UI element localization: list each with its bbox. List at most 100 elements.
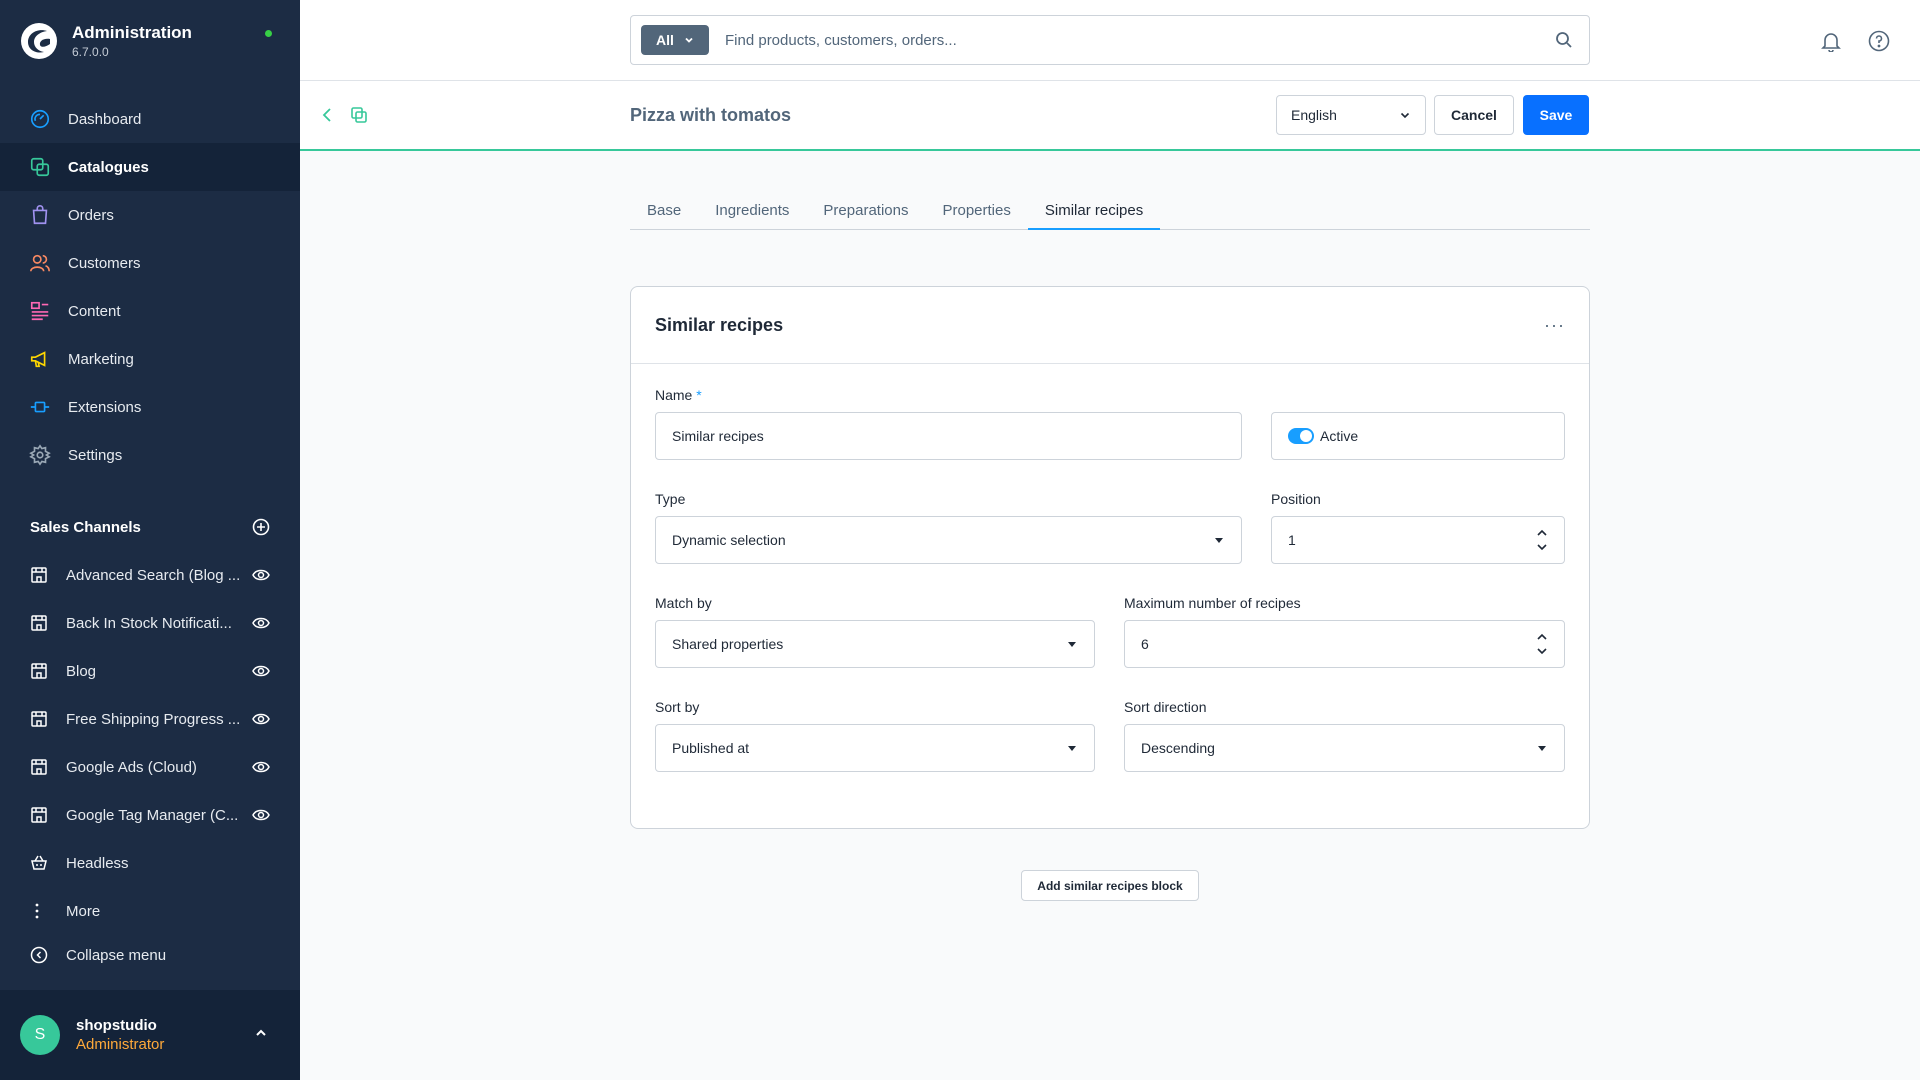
similar-recipes-card: Similar recipes ··· Name * Similar recip… — [630, 286, 1590, 829]
tab-ingredients[interactable]: Ingredients — [698, 196, 806, 230]
headless-basket-icon — [30, 854, 48, 872]
nav-item-orders[interactable]: Orders — [0, 191, 300, 239]
sales-channel-item[interactable]: Blog — [0, 647, 300, 695]
nav-item-content[interactable]: Content — [0, 287, 300, 335]
orders-icon — [28, 203, 52, 227]
sales-channel-item[interactable]: Free Shipping Progress ... — [0, 695, 300, 743]
chevron-down-icon — [1068, 642, 1076, 647]
match-by-select[interactable]: Shared properties — [655, 620, 1095, 668]
add-similar-recipes-block-button[interactable]: Add similar recipes block — [1021, 870, 1199, 901]
nav-item-customers[interactable]: Customers — [0, 239, 300, 287]
main-nav: Dashboard Catalogues Orders Customers Co… — [0, 95, 300, 479]
eye-icon[interactable] — [252, 614, 270, 632]
marketing-icon — [28, 347, 52, 371]
storefront-icon — [30, 614, 48, 632]
sort-by-select[interactable]: Published at — [655, 724, 1095, 772]
language-select[interactable]: English — [1276, 95, 1426, 135]
avatar: S — [20, 1015, 60, 1055]
card-context-menu[interactable]: ··· — [1544, 315, 1565, 336]
smart-bar: Pizza with tomatos English Cancel Save — [300, 81, 1920, 151]
storefront-icon — [30, 662, 48, 680]
page-title: Pizza with tomatos — [630, 105, 792, 125]
active-toggle[interactable] — [1288, 428, 1314, 444]
match-by-value: Shared properties — [672, 636, 784, 652]
nav-label: Content — [68, 302, 121, 320]
eye-icon[interactable] — [252, 662, 270, 680]
sales-channel-label: Back In Stock Notificati... — [66, 614, 232, 632]
position-value: 1 — [1288, 532, 1296, 548]
sales-channel-label: Google Tag Manager (C... — [66, 806, 239, 824]
sort-direction-label: Sort direction — [1124, 699, 1207, 715]
brand[interactable]: Administration 6.7.0.0 — [20, 22, 192, 60]
extensions-icon — [28, 395, 52, 419]
nav-label: Settings — [68, 446, 123, 464]
name-label-text: Name — [655, 387, 693, 403]
chevron-up-icon[interactable] — [1536, 633, 1548, 641]
name-field[interactable]: Similar recipes — [655, 412, 1242, 460]
back-arrow-icon[interactable] — [320, 107, 336, 123]
chevron-down-icon[interactable] — [1536, 543, 1548, 551]
settings-icon — [28, 443, 52, 467]
duplicate-icon[interactable] — [350, 106, 368, 124]
sales-channel-item[interactable]: Google Ads (Cloud) — [0, 743, 300, 791]
nav-item-catalogues[interactable]: Catalogues — [0, 143, 300, 191]
save-button[interactable]: Save — [1523, 95, 1589, 135]
sales-channels-title: Sales Channels — [30, 518, 141, 536]
user-name: shopstudio — [76, 1017, 157, 1034]
tab-properties[interactable]: Properties — [925, 196, 1027, 230]
sales-channel-item[interactable]: Back In Stock Notificati... — [0, 599, 300, 647]
help-icon[interactable] — [1868, 30, 1890, 52]
online-status-dot — [265, 30, 272, 37]
tab-base[interactable]: Base — [630, 196, 698, 230]
max-recipes-stepper[interactable] — [1536, 633, 1548, 655]
collapse-menu-button[interactable]: Collapse menu — [30, 946, 166, 964]
add-circle-icon[interactable] — [252, 518, 270, 536]
position-label: Position — [1271, 491, 1321, 507]
nav-label: Catalogues — [68, 158, 149, 176]
sales-channel-item[interactable]: Headless — [0, 839, 300, 887]
max-recipes-field[interactable]: 6 — [1124, 620, 1565, 668]
active-label: Active — [1320, 428, 1359, 444]
tab-similar-recipes[interactable]: Similar recipes — [1027, 196, 1161, 230]
chevron-up-icon[interactable] — [1536, 529, 1548, 537]
nav-label: Dashboard — [68, 110, 142, 128]
sort-direction-select[interactable]: Descending — [1124, 724, 1565, 772]
sales-channel-label: Blog — [66, 662, 97, 680]
search-type-select[interactable]: All — [641, 25, 709, 55]
user-menu[interactable]: S shopstudio Administrator — [0, 990, 300, 1080]
position-stepper[interactable] — [1536, 529, 1548, 551]
sales-channel-label: Headless — [66, 854, 129, 872]
sales-channel-item[interactable]: Advanced Search (Blog ... — [0, 551, 300, 599]
nav-item-settings[interactable]: Settings — [0, 431, 300, 479]
type-select[interactable]: Dynamic selection — [655, 516, 1242, 564]
eye-icon[interactable] — [252, 806, 270, 824]
nav-item-dashboard[interactable]: Dashboard — [0, 95, 300, 143]
eye-icon[interactable] — [252, 758, 270, 776]
nav-item-extensions[interactable]: Extensions — [0, 383, 300, 431]
cancel-button[interactable]: Cancel — [1434, 95, 1514, 135]
storefront-icon — [30, 710, 48, 728]
chevron-down-icon — [1068, 746, 1076, 751]
eye-icon[interactable] — [252, 710, 270, 728]
position-field[interactable]: 1 — [1271, 516, 1565, 564]
sales-channel-list: Advanced Search (Blog ... Back In Stock … — [0, 551, 300, 935]
topbar: All — [300, 0, 1920, 81]
tab-preparations[interactable]: Preparations — [806, 196, 925, 230]
sort-direction-value: Descending — [1141, 740, 1215, 756]
search-input[interactable] — [725, 31, 1505, 49]
search-icon[interactable] — [1555, 31, 1573, 49]
name-value: Similar recipes — [672, 428, 764, 444]
active-switch-field[interactable]: Active — [1271, 412, 1565, 460]
notification-bell-icon[interactable] — [1820, 30, 1842, 52]
user-role: Administrator — [76, 1036, 165, 1053]
app-title: Administration — [72, 23, 192, 42]
more-item[interactable]: More — [0, 887, 300, 935]
sidebar: Administration 6.7.0.0 Dashboard Catalog… — [0, 0, 300, 1080]
nav-item-marketing[interactable]: Marketing — [0, 335, 300, 383]
sort-by-value: Published at — [672, 740, 750, 756]
sales-channel-item[interactable]: Google Tag Manager (C... — [0, 791, 300, 839]
chevron-down-icon[interactable] — [1536, 647, 1548, 655]
chevron-up-icon[interactable] — [254, 1026, 268, 1040]
card-header: Similar recipes ··· — [631, 287, 1589, 364]
eye-icon[interactable] — [252, 566, 270, 584]
